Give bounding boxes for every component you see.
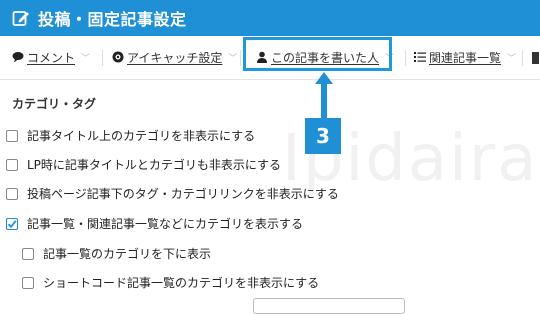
checkbox[interactable] xyxy=(6,187,18,200)
tab-label: コメント xyxy=(27,50,76,65)
checkbox[interactable] xyxy=(22,247,34,260)
checkbox[interactable] xyxy=(6,158,18,171)
option-label: 記事タイトル上のカテゴリを非表示にする xyxy=(27,129,256,143)
option-hide-category-shortcode-list[interactable]: ショートコード記事一覧のカテゴリを非表示にする xyxy=(22,274,319,291)
checkbox[interactable] xyxy=(22,276,34,289)
tab-related-posts[interactable]: 関連記事一覧 ﹀ xyxy=(414,46,516,68)
annotation-step-badge: 3 xyxy=(305,118,341,154)
option-label: LP時に記事タイトルとカテゴリも非表示にする xyxy=(27,158,282,172)
option-label: 記事一覧のカテゴリを下に表示 xyxy=(43,247,212,261)
chevron-down-icon: ﹀ xyxy=(507,53,517,64)
comment-icon xyxy=(12,51,24,63)
option-label: 投稿ページ記事下のタグ・カテゴリリンクを非表示にする xyxy=(27,187,339,201)
option-show-category-in-lists[interactable]: 記事一覧・関連記事一覧などにカテゴリを表示する xyxy=(6,215,303,232)
chevron-down-icon: ﹀ xyxy=(81,53,91,64)
checkbox-checked[interactable] xyxy=(6,217,18,230)
option-category-below-in-list[interactable]: 記事一覧のカテゴリを下に表示 xyxy=(22,245,211,262)
tab-overflow-icon[interactable] xyxy=(531,50,540,69)
tab-label: アイキャッチ設定 xyxy=(127,50,223,65)
select-field[interactable] xyxy=(253,298,405,314)
checkbox[interactable] xyxy=(6,129,18,142)
section-title: カテゴリ・タグ xyxy=(12,97,97,111)
tab-divider xyxy=(240,50,241,66)
option-hide-title-category-on-lp[interactable]: LP時に記事タイトルとカテゴリも非表示にする xyxy=(6,156,281,173)
edit-icon xyxy=(12,9,30,27)
option-label: 記事一覧・関連記事一覧などにカテゴリを表示する xyxy=(27,217,304,231)
tab-divider xyxy=(405,50,406,66)
checkmark-icon xyxy=(7,219,17,228)
annotation-highlight-box xyxy=(243,37,392,71)
option-label: ショートコード記事一覧のカテゴリを非表示にする xyxy=(43,276,320,290)
list-icon xyxy=(414,51,426,63)
tab-divider xyxy=(102,50,103,66)
page-title: 投稿・固定記事設定 xyxy=(38,10,187,29)
annotation-arrow-icon xyxy=(315,72,333,122)
settings-header: 投稿・固定記事設定 xyxy=(0,0,540,36)
tab-divider xyxy=(522,50,523,66)
tab-comment[interactable]: コメント ﹀ xyxy=(12,46,90,68)
tab-eyecatch[interactable]: アイキャッチ設定 ﹀ xyxy=(112,46,237,68)
option-hide-category-above-title[interactable]: 記事タイトル上のカテゴリを非表示にする xyxy=(6,127,255,144)
option-hide-tag-category-links[interactable]: 投稿ページ記事下のタグ・カテゴリリンクを非表示にする xyxy=(6,185,339,202)
chevron-down-icon: ﹀ xyxy=(228,53,238,64)
eye-icon xyxy=(112,51,124,63)
tab-label: 関連記事一覧 xyxy=(429,50,502,65)
